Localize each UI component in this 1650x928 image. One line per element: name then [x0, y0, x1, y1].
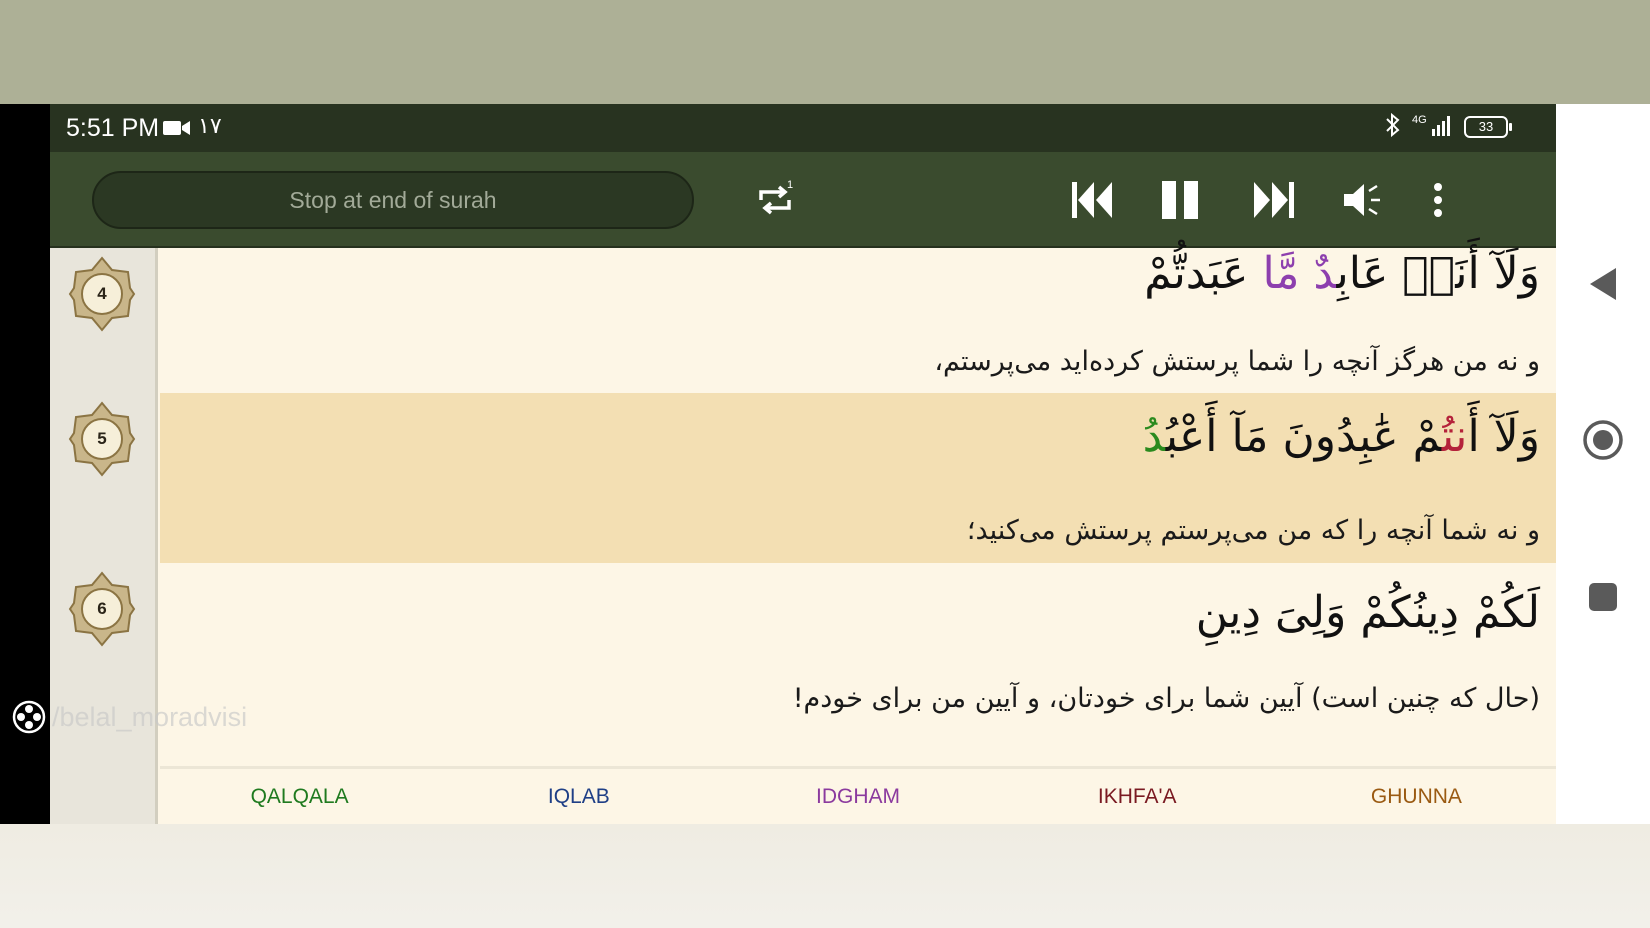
legend-idgham: IDGHAM [816, 785, 900, 808]
home-icon [1583, 420, 1623, 460]
legend-qalqala: QALQALA [250, 785, 349, 808]
verse-block[interactable]: لَكُمْ دِينُكُمْ وَلِىَ دِينِ (حال که چن… [160, 563, 1556, 766]
playback-toolbar: Stop at end of surah 1 [50, 152, 1556, 248]
volume-button[interactable] [1336, 172, 1392, 228]
ayah-number: 5 [97, 429, 107, 448]
ayah-marker[interactable]: 6 [68, 571, 136, 647]
verse-translation: و نه من هرگز آنچه را شما پرستش کرده‌اید … [934, 346, 1540, 377]
ayah-number: 4 [97, 284, 107, 303]
status-bar: 5:51 PM ۱۷ 4G 33 [50, 104, 1556, 152]
skip-previous-icon [1072, 182, 1112, 218]
ayah-marker[interactable]: 4 [68, 256, 136, 332]
arabic-verse-text: وَلَآ أَنتُمْ عَٰبِدُونَ مَآ أَعْبُدُ [1142, 411, 1540, 462]
repeat-count: 1 [787, 179, 793, 191]
verse-translation: و نه شما آنچه را که من می‌پرستم پرستش می… [966, 515, 1540, 546]
more-options-button[interactable] [1410, 172, 1466, 228]
arabic-verse-text: لَكُمْ دِينُكُمْ وَلِىَ دِينِ [1195, 587, 1540, 638]
navigation-bar [1556, 104, 1650, 824]
phone-screen: 5:51 PM ۱۷ 4G 33 Stop at end of surah 1 … [0, 104, 1650, 824]
previous-button[interactable] [1064, 172, 1120, 228]
verse-block-active[interactable]: وَلَآ أَنتُمْ عَٰبِدُونَ مَآ أَعْبُدُ و … [160, 393, 1556, 563]
status-indicators: 4G 33 [1384, 112, 1512, 142]
video-camera-icon [162, 118, 192, 138]
back-icon [1590, 268, 1616, 300]
network-type-label: 4G [1412, 114, 1427, 126]
legend-ikhfaa: IKHFA'A [1097, 785, 1177, 808]
pause-button[interactable] [1154, 172, 1210, 228]
repeat-button[interactable]: 1 [747, 172, 803, 228]
more-vert-icon [1434, 183, 1442, 217]
next-button[interactable] [1246, 172, 1302, 228]
bottom-background-band [0, 824, 1650, 928]
status-notification-count: ۱۷ [198, 114, 222, 139]
back-button[interactable] [1578, 259, 1628, 309]
ayah-marker[interactable]: 5 [68, 401, 136, 477]
verse-translation: (حال که چنین است) آیین شما برای خودتان، … [792, 683, 1540, 714]
watermark-handle: /belal_moradvisi [52, 701, 248, 732]
quran-content: 4 5 6 وَلَآ أَنَا۠ عَابِدٌ مَّا عَبَدتُّ… [50, 248, 1556, 824]
legend-ghunna: GHUNNA [1370, 785, 1462, 808]
recents-button[interactable] [1578, 572, 1628, 622]
pause-icon [1162, 181, 1198, 219]
ayah-number: 6 [97, 599, 107, 618]
ayah-marker-gutter: 4 5 6 [50, 248, 158, 824]
recents-icon [1589, 583, 1617, 611]
tajweed-legend: QALQALA IQLAB IDGHAM IKHFA'A GHUNNA [160, 766, 1556, 824]
stop-at-end-selector[interactable]: Stop at end of surah [92, 171, 694, 229]
verse-block[interactable]: وَلَآ أَنَا۠ عَابِدٌ مَّا عَبَدتُّمْ و ن… [160, 248, 1556, 393]
volume-icon [1344, 184, 1380, 216]
watermark: /belal_moradvisi [12, 700, 247, 734]
status-time: 5:51 PM [66, 114, 160, 142]
signal-icon: 4G [1412, 112, 1454, 142]
repeat-icon: 1 [759, 179, 793, 215]
skip-next-icon [1254, 182, 1294, 218]
legend-iqlab: IQLAB [547, 785, 610, 808]
bluetooth-icon [1384, 112, 1402, 142]
arabic-verse-text: وَلَآ أَنَا۠ عَابِدٌ مَّا عَبَدتُّمْ [1144, 248, 1540, 299]
battery-icon: 33 [1464, 116, 1512, 138]
home-button[interactable] [1578, 415, 1628, 465]
film-reel-icon [12, 700, 46, 734]
top-background-band [0, 0, 1650, 104]
